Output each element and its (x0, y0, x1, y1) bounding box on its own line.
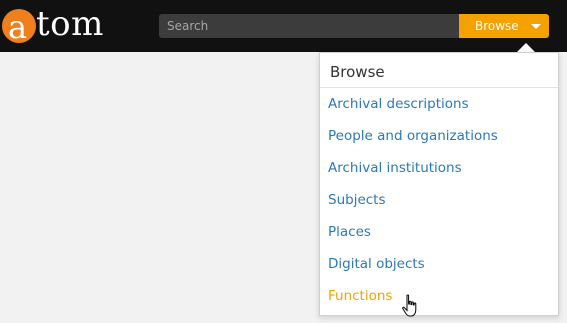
browse-button-label: Browse (475, 19, 519, 33)
logo-mark: a (2, 9, 36, 43)
logo-text: tom (36, 4, 104, 44)
logo-mark-letter: a (8, 8, 28, 46)
dropdown-divider (320, 87, 558, 88)
menu-item-people-and-organizations[interactable]: People and organizations (328, 128, 498, 144)
menu-item-functions[interactable]: Functions (328, 288, 392, 304)
menu-item-subjects[interactable]: Subjects (328, 192, 386, 208)
menu-item-archival-descriptions[interactable]: Archival descriptions (328, 96, 469, 112)
top-navigation-bar: a tom Browse (0, 0, 567, 52)
caret-down-icon (531, 24, 541, 29)
search-box (159, 14, 459, 38)
dropdown-title: Browse (330, 63, 385, 81)
menu-item-archival-institutions[interactable]: Archival institutions (328, 160, 462, 176)
search-input[interactable] (159, 14, 457, 38)
hand-pointer-cursor-icon (402, 294, 417, 317)
browse-dropdown-menu: Browse Archival descriptions People and … (319, 52, 559, 316)
dropdown-pointer (517, 43, 535, 52)
browse-button[interactable]: Browse (459, 14, 549, 38)
menu-item-places[interactable]: Places (328, 224, 371, 240)
menu-item-digital-objects[interactable]: Digital objects (328, 256, 425, 272)
